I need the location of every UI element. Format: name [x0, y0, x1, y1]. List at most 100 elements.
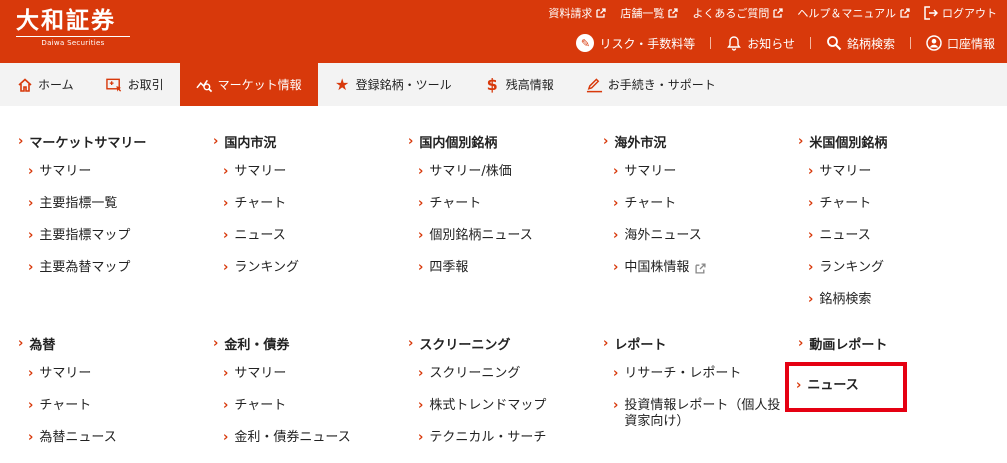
nav-label: お手続き・サポート [607, 78, 716, 92]
chevron-right-icon: › [28, 260, 34, 275]
menu-item[interactable]: › サマリー/株価 [418, 164, 512, 180]
menu-category[interactable]: › 国内市況 [213, 132, 277, 152]
notices-link[interactable]: お知らせ [726, 35, 795, 52]
menu-item[interactable]: › 中国株情報 [613, 260, 706, 276]
menu-item[interactable]: › サマリー [613, 164, 676, 180]
nav-procedures-support[interactable]: お手続き・サポート [570, 63, 732, 106]
chevron-right-icon: › [223, 366, 229, 381]
menu-item-label: 四季報 [429, 260, 469, 275]
menu-category[interactable]: › スクリーニング [408, 334, 510, 354]
stock-search-label: 銘柄検索 [846, 36, 895, 51]
menu-category[interactable]: › 国内個別銘柄 [408, 132, 498, 152]
link-label: 資料請求 [548, 7, 593, 20]
risk-fees-link[interactable]: ✎ リスク・手数料等 [576, 34, 695, 52]
menu-category-label: レポート [614, 338, 667, 353]
stock-search-link[interactable]: 銘柄検索 [826, 35, 895, 52]
link-store-list[interactable]: 店舗一覧 [620, 5, 678, 21]
chevron-right-icon: › [408, 335, 414, 351]
menu-item[interactable]: › チャート [223, 196, 286, 212]
menu-item[interactable]: › チャート [28, 398, 91, 414]
menu-item[interactable]: › スクリーニング [418, 366, 520, 382]
menu-item[interactable]: › 投資情報レポート（個人投資家向け） [613, 398, 788, 430]
menu-item[interactable]: › 銘柄検索 [808, 292, 871, 308]
menu-item[interactable]: › 個別銘柄ニュース [418, 228, 533, 244]
menu-item[interactable]: › サマリー [808, 164, 871, 180]
menu-item-label: チャート [234, 398, 287, 413]
link-help-manual[interactable]: ヘルプ＆マニュアル [797, 5, 910, 21]
menu-item-label: ニュース [819, 228, 871, 243]
menu-category[interactable]: › 動画レポート [798, 334, 888, 354]
menu-item[interactable]: › 為替ニュース [28, 430, 117, 446]
chevron-right-icon: › [223, 196, 229, 211]
menu-item-label: ランキング [234, 260, 299, 275]
menu-item[interactable]: › チャート [613, 196, 676, 212]
chevron-right-icon: › [808, 260, 814, 275]
menu-item[interactable]: › 四季報 [418, 260, 468, 276]
menu-category-label: 国内個別銘柄 [419, 136, 498, 151]
chevron-right-icon: › [808, 164, 814, 179]
menu-category[interactable]: › 金利・債券 [213, 334, 290, 354]
menu-item[interactable]: › リサーチ・レポート [613, 366, 741, 382]
link-label: ヘルプ＆マニュアル [797, 7, 896, 20]
menu-item[interactable]: › サマリー [28, 366, 91, 382]
menu-item[interactable]: › 主要指標一覧 [28, 196, 117, 212]
menu-item-label: チャート [819, 196, 872, 211]
chevron-right-icon: › [18, 133, 24, 149]
menu-item[interactable]: › 主要指標マップ [28, 228, 130, 244]
menu-item-label: 金利・債券ニュース [234, 430, 351, 445]
menu-category-label: 動画レポート [809, 338, 888, 353]
menu-item[interactable]: › 海外ニュース [613, 228, 702, 244]
menu-category[interactable]: › 米国個別銘柄 [798, 132, 887, 152]
menu-item[interactable]: › チャート [223, 398, 286, 414]
menu-item[interactable]: › ニュース [808, 228, 871, 244]
menu-item[interactable]: › ランキング [223, 260, 299, 276]
menu-item-label: テクニカル・サーチ [429, 430, 547, 445]
divider [809, 37, 811, 49]
menu-item[interactable]: › サマリー [28, 164, 91, 180]
menu-item-label: サマリー [234, 366, 287, 381]
chevron-right-icon: › [223, 164, 229, 179]
menu-item[interactable]: › ランキング [808, 260, 884, 276]
menu-item[interactable]: › 主要為替マップ [28, 260, 130, 276]
menu-item[interactable]: › 金利・債券ニュース [223, 430, 351, 446]
chevron-right-icon: › [603, 335, 609, 351]
search-icon [827, 36, 842, 51]
menu-item[interactable]: › テクニカル・サーチ [418, 430, 546, 446]
menu-item-label: ニュース [234, 228, 286, 243]
menu-item[interactable]: › サマリー [223, 366, 286, 382]
chevron-right-icon: › [213, 335, 219, 351]
divider [710, 37, 712, 49]
menu-item-label: チャート [39, 398, 92, 413]
menu-category-label: 金利・債券 [224, 338, 290, 353]
menu-item[interactable]: › ニュース [223, 228, 286, 244]
link-faq[interactable]: よくあるご質問 [692, 5, 783, 21]
nav-market-info[interactable]: マーケット情報 [179, 63, 318, 106]
menu-category[interactable]: › レポート [603, 334, 667, 354]
menu-category[interactable]: › 海外市況 [603, 132, 666, 152]
chevron-right-icon: › [28, 430, 34, 445]
chevron-right-icon: › [223, 260, 229, 275]
nav-registered-tools[interactable]: ★ 登録銘柄・ツール [318, 63, 468, 106]
menu-item[interactable]: › 株式トレンドマップ [418, 398, 546, 414]
external-link-icon [773, 8, 783, 18]
menu-item[interactable]: › チャート [808, 196, 871, 212]
link-request-materials[interactable]: 資料請求 [548, 5, 606, 21]
daiwa-logo[interactable]: 大和証券 Daiwa Securities [16, 8, 130, 47]
nav-trading[interactable]: お取引 [90, 63, 180, 106]
menu-category-label: 為替 [29, 338, 56, 353]
menu-category-label: 国内市況 [224, 136, 277, 151]
nav-label: マーケット情報 [217, 78, 302, 92]
menu-category[interactable]: › 為替 [18, 334, 56, 354]
logout-button[interactable]: ログアウト [924, 5, 997, 21]
header: 大和証券 Daiwa Securities 資料請求 店舗一覧 よくあるご質問 … [0, 0, 1007, 63]
menu-item[interactable]: › サマリー [223, 164, 286, 180]
nav-balance[interactable]: $ 残高情報 [468, 63, 570, 106]
account-info-label: 口座情報 [946, 36, 995, 51]
menu-category[interactable]: › マーケットサマリー [18, 132, 146, 152]
chevron-right-icon: › [613, 164, 619, 179]
menu-item[interactable]: › チャート [418, 196, 481, 212]
chart-search-icon [196, 76, 213, 93]
account-info-link[interactable]: 口座情報 [926, 35, 995, 52]
nav-home[interactable]: ホーム [0, 63, 90, 106]
menu-item-label: サマリー [819, 164, 872, 179]
